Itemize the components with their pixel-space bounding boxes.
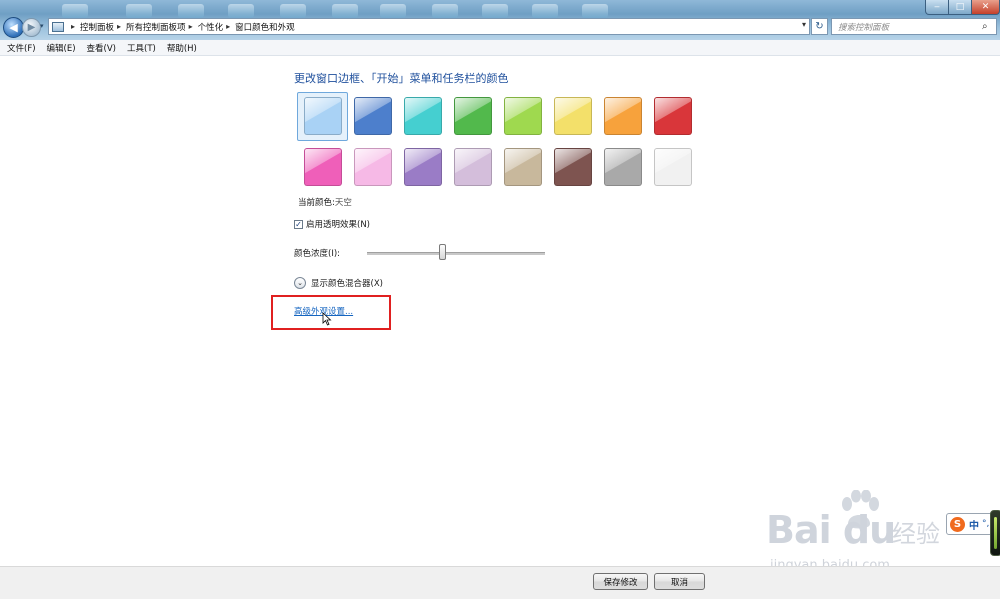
recent-pages-dropdown[interactable]: ▾	[40, 22, 44, 30]
search-input[interactable]: 搜索控制面板 ⌕	[831, 18, 997, 35]
minimize-icon: ‒	[934, 2, 940, 12]
color-swatch[interactable]	[604, 97, 642, 135]
minimize-button[interactable]: ‒	[925, 0, 949, 15]
swatch-gloss	[555, 98, 591, 134]
refresh-button[interactable]: ↻	[811, 18, 828, 35]
swatch-gloss	[655, 149, 691, 185]
swatch-gloss	[355, 98, 391, 134]
back-button[interactable]: ◀	[3, 17, 24, 38]
maximize-button[interactable]: □	[948, 0, 972, 15]
color-swatch[interactable]	[554, 148, 592, 186]
breadcrumb-all-items[interactable]: 所有控制面板项	[126, 21, 186, 33]
forward-button[interactable]: ▶	[22, 18, 41, 37]
color-swatch[interactable]	[354, 97, 392, 135]
color-swatch[interactable]	[454, 148, 492, 186]
color-mixer-toggle[interactable]: ⌄	[294, 277, 306, 289]
breadcrumb-separator-icon[interactable]: ▸	[117, 22, 121, 31]
swatch-gloss	[555, 149, 591, 185]
breadcrumb-separator-icon[interactable]: ▸	[71, 22, 75, 31]
intensity-label: 颜色浓度(I):	[294, 249, 341, 259]
taskbar-glass-reflection	[0, 0, 1000, 20]
search-icon[interactable]: ⌕	[982, 21, 992, 32]
color-swatch[interactable]	[654, 148, 692, 186]
swatch-gloss	[455, 98, 491, 134]
breadcrumb-personalization[interactable]: 个性化	[198, 21, 224, 33]
color-mixer-label[interactable]: 显示颜色混合器(X)	[311, 277, 383, 289]
color-swatch[interactable]	[504, 97, 542, 135]
close-button[interactable]: ✕	[971, 0, 1000, 15]
mouse-pointer-icon	[322, 312, 332, 326]
color-swatch[interactable]	[504, 148, 542, 186]
swatch-gloss	[405, 98, 441, 134]
swatch-gloss	[355, 149, 391, 185]
swatch-gloss	[455, 149, 491, 185]
watermark-brand-cn: 经验	[892, 520, 940, 548]
menu-view[interactable]: 查看(V)	[87, 42, 116, 54]
menu-help[interactable]: 帮助(H)	[167, 42, 197, 54]
swatch-gloss	[605, 149, 641, 185]
close-icon: ✕	[981, 2, 990, 12]
watermark-brand: Bai du	[766, 508, 896, 552]
ime-punctuation[interactable]: °,	[982, 519, 989, 529]
swatch-gloss	[505, 149, 541, 185]
menu-file[interactable]: 文件(F)	[7, 42, 36, 54]
breadcrumb-control-panel[interactable]: 控制面板	[80, 21, 114, 33]
cancel-button[interactable]: 取消	[654, 573, 705, 590]
button-bar	[0, 566, 1000, 599]
swatch-gloss	[405, 149, 441, 185]
swatch-gloss	[505, 98, 541, 134]
menu-bar: 文件(F) 编辑(E) 查看(V) 工具(T) 帮助(H)	[0, 40, 1000, 56]
color-swatch[interactable]	[304, 97, 342, 135]
color-swatch[interactable]	[654, 97, 692, 135]
swatch-gloss	[305, 98, 341, 134]
color-swatch[interactable]	[304, 148, 342, 186]
color-swatch[interactable]	[354, 148, 392, 186]
color-swatch[interactable]	[604, 148, 642, 186]
chevron-down-icon: ⌄	[297, 279, 303, 287]
page-title: 更改窗口边框、「开始」菜单和任务栏的颜色	[294, 72, 509, 85]
back-arrow-icon: ◀	[9, 21, 18, 34]
color-swatch[interactable]	[404, 97, 442, 135]
breadcrumb-window-color[interactable]: 窗口颜色和外观	[235, 21, 295, 33]
swatch-gloss	[605, 98, 641, 134]
swatch-gloss	[305, 149, 341, 185]
current-color-value: 天空	[334, 198, 352, 208]
address-dropdown-icon[interactable]: ▾	[802, 20, 806, 29]
color-swatch[interactable]	[454, 97, 492, 135]
refresh-icon: ↻	[815, 21, 824, 32]
transparency-label[interactable]: 启用透明效果(N)	[306, 218, 370, 230]
save-changes-button[interactable]: 保存修改	[593, 573, 648, 590]
intensity-slider-track[interactable]	[367, 252, 545, 255]
menu-edit[interactable]: 编辑(E)	[47, 42, 76, 54]
maximize-icon: □	[955, 2, 965, 12]
search-placeholder: 搜索控制面板	[838, 22, 890, 33]
current-color-text: 当前颜色:天空	[298, 196, 352, 208]
color-swatch[interactable]	[404, 148, 442, 186]
intensity-slider-thumb[interactable]	[438, 244, 446, 260]
swatch-gloss	[655, 98, 691, 134]
transparency-checkbox[interactable]: ✓	[294, 220, 303, 229]
breadcrumb-separator-icon[interactable]: ▸	[226, 22, 230, 31]
current-color-label: 当前颜色:	[298, 198, 335, 208]
menu-tools[interactable]: 工具(T)	[127, 42, 156, 54]
breadcrumb-separator-icon[interactable]: ▸	[189, 22, 193, 31]
address-bar[interactable]: ▸ 控制面板 ▸ 所有控制面板项 ▸ 个性化 ▸ 窗口颜色和外观 ▾	[48, 18, 810, 35]
ime-language[interactable]: 中	[969, 517, 979, 532]
color-swatch[interactable]	[554, 97, 592, 135]
control-panel-icon	[52, 21, 64, 32]
forward-arrow-icon: ▶	[27, 22, 36, 33]
sogou-logo-icon: S	[950, 516, 965, 532]
side-gadget	[990, 510, 1000, 556]
